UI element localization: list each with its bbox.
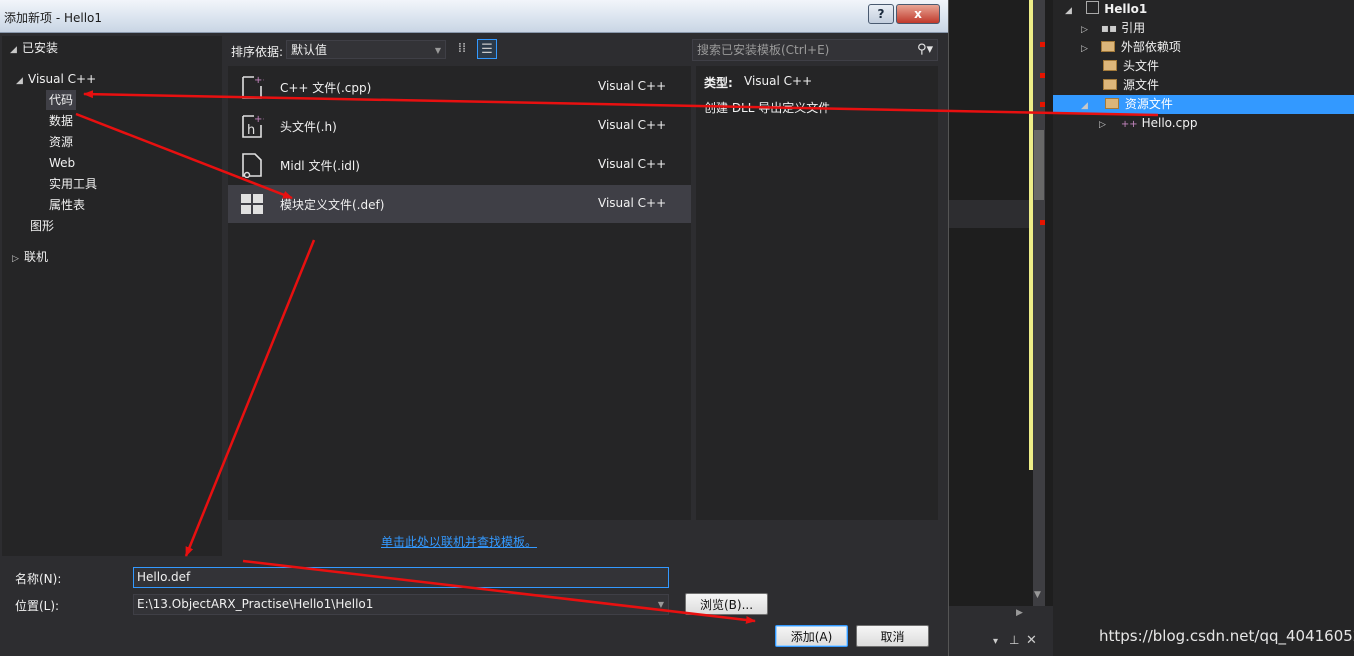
tree-item-code[interactable]: 代码	[46, 90, 77, 110]
add-new-item-dialog: 添加新项 - Hello1 ? x ◢ 已安装 ◢ Visual C++ 代码 数据…	[0, 0, 949, 656]
error-marker	[1040, 102, 1045, 107]
tree-item-online[interactable]: ▷ 联机	[12, 247, 48, 267]
expand-triangle-icon: ▷	[1099, 120, 1106, 130]
search-icon[interactable]: ⚲▾	[917, 40, 933, 60]
watermark: https://blog.csdn.net/qq_40416052	[1099, 627, 1354, 645]
name-field[interactable]: Hello.def	[133, 567, 669, 588]
location-label: 位置(L):	[15, 599, 60, 613]
tree-item-visual-cpp[interactable]: ◢ Visual C++	[16, 69, 96, 89]
folder-icon	[1103, 79, 1117, 90]
expand-triangle-icon: ▷	[12, 254, 19, 264]
solution-explorer: ◢ Hello1 ▷ ▪▪ 引用 ▷ 外部依赖项 头文件 源文件 ◢ 资源文件 ▷…	[1053, 0, 1354, 656]
tree-item-property-sheet[interactable]: 属性表	[49, 195, 85, 215]
tree-item-hello-cpp[interactable]: ▷ ++ Hello.cpp	[1099, 114, 1197, 133]
panel-tab-strip	[949, 606, 1053, 656]
chevron-down-icon: ▼	[657, 600, 664, 609]
list-view-icon[interactable]: ☰	[477, 39, 497, 59]
template-details: 类型: Visual C++ 创建 DLL 导出定义文件	[696, 66, 938, 520]
expand-triangle-icon: ▷	[1081, 44, 1088, 54]
references-icon: ▪▪	[1100, 21, 1118, 35]
cancel-button[interactable]: 取消	[856, 625, 929, 647]
template-item-def[interactable]: 模块定义文件(.def) Visual C++	[228, 185, 691, 223]
sort-by-label: 排序依据:	[231, 45, 284, 59]
template-item-idl[interactable]: Midl 文件(.idl) Visual C++	[228, 146, 691, 184]
tree-item-external-deps[interactable]: ▷ 外部依赖项	[1081, 38, 1181, 57]
help-button[interactable]: ?	[868, 4, 894, 24]
editor-scrollbar[interactable]	[1033, 0, 1045, 606]
cpp-file-icon: ++	[242, 75, 264, 99]
tree-item-header-files[interactable]: 头文件	[1103, 57, 1159, 76]
collapse-triangle-icon: ◢	[10, 45, 17, 55]
idl-file-icon	[242, 153, 262, 178]
external-deps-icon	[1100, 41, 1115, 52]
svg-text:++: ++	[254, 75, 264, 86]
collapse-triangle-icon: ◢	[1065, 6, 1072, 16]
sort-by-select[interactable]: 默认值 ▼	[286, 40, 446, 59]
location-field[interactable]: E:\13.ObjectARX_Practise\Hello1\Hello1 ▼	[133, 594, 669, 615]
cpp-file-icon: ++	[1120, 119, 1138, 130]
close-button[interactable]: x	[896, 4, 940, 24]
tree-item-resource[interactable]: 资源	[49, 132, 73, 152]
tree-item-resource-files[interactable]: ◢ 资源文件	[1053, 95, 1354, 114]
header-file-icon: h ++	[242, 114, 264, 138]
type-value: Visual C++	[744, 74, 813, 88]
tree-item-data[interactable]: 数据	[49, 111, 73, 131]
tree-item-source-files[interactable]: 源文件	[1103, 76, 1159, 95]
scrollbar-thumb[interactable]	[1034, 130, 1044, 200]
collapse-triangle-icon: ◢	[16, 76, 23, 86]
category-panel: ◢ 已安装 ◢ Visual C++ 代码 数据 资源 Web 实用工具 属性表 图…	[2, 36, 222, 556]
tree-item-utility[interactable]: 实用工具	[49, 174, 97, 194]
dialog-titlebar: 添加新项 - Hello1 ? x	[0, 0, 948, 33]
tree-item-references[interactable]: ▷ ▪▪ 引用	[1081, 19, 1145, 38]
svg-text:++: ++	[254, 114, 264, 125]
close-icon[interactable]: ✕	[1026, 633, 1037, 648]
browse-button[interactable]: 浏览(B)...	[685, 593, 768, 615]
tree-item-web[interactable]: Web	[49, 153, 75, 173]
error-marker	[1040, 220, 1045, 225]
type-label: 类型:	[704, 76, 733, 90]
template-description: 创建 DLL 导出定义文件	[704, 101, 831, 115]
def-file-icon	[241, 194, 263, 214]
code-editor	[949, 0, 1029, 656]
collapse-triangle-icon: ◢	[1081, 101, 1088, 111]
template-item-cpp[interactable]: ++ C++ 文件(.cpp) Visual C++	[228, 68, 691, 106]
folder-icon	[1103, 60, 1117, 71]
dropdown-icon[interactable]: ▾	[993, 636, 998, 647]
project-icon	[1086, 1, 1100, 14]
folder-icon	[1104, 98, 1119, 109]
tree-item-project[interactable]: ◢ Hello1	[1065, 0, 1147, 19]
online-templates-link[interactable]: 单击此处以联机并查找模板。	[381, 533, 537, 550]
svg-text:h: h	[247, 123, 255, 138]
scroll-down-icon[interactable]: ▼	[1034, 590, 1041, 600]
add-button[interactable]: 添加(A)	[775, 625, 848, 647]
grid-view-icon[interactable]: ⁞⁞	[452, 39, 472, 59]
template-list: ++ C++ 文件(.cpp) Visual C++ h ++ 头文件(.h) …	[228, 66, 691, 520]
editor-line-highlight	[949, 200, 1029, 228]
pin-icon[interactable]: ⊥	[1009, 633, 1019, 647]
name-label: 名称(N):	[15, 572, 62, 586]
error-marker	[1040, 73, 1045, 78]
template-item-header[interactable]: h ++ 头文件(.h) Visual C++	[228, 107, 691, 145]
error-marker	[1040, 42, 1045, 47]
search-input[interactable]: 搜索已安装模板(Ctrl+E) ⚲▾	[692, 39, 938, 61]
installed-header[interactable]: ◢ 已安装	[10, 38, 58, 58]
dialog-title: 添加新项 - Hello1	[4, 11, 103, 25]
scroll-right-icon[interactable]: ▶	[1016, 608, 1023, 618]
chevron-down-icon: ▼	[434, 46, 441, 55]
tree-item-graphics[interactable]: 图形	[30, 216, 54, 236]
